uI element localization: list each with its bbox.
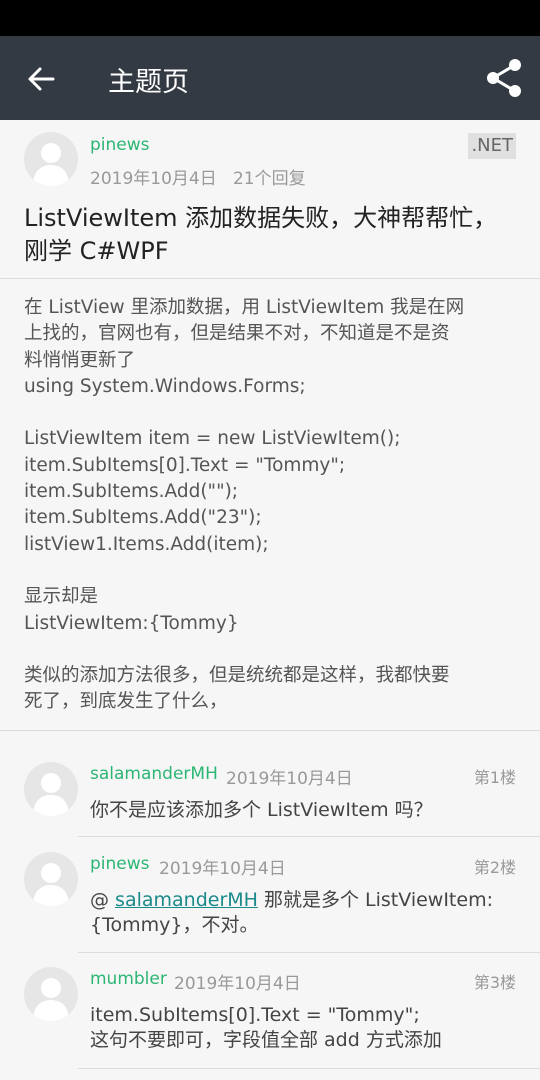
avatar[interactable] [24,967,78,1021]
reply-floor: 第3楼 [473,973,516,992]
app-bar: 主题页 [0,36,540,120]
body-line: 料悄悄更新了 [24,349,136,371]
body-line: listView1.Items.Add(item); [24,533,269,555]
avatar[interactable] [24,852,78,906]
reply-line: 这句不要即可，字段值全部 add 方式添加 [90,1029,442,1051]
mention-link[interactable]: salamanderMH [115,889,258,911]
reply-body: 你不是应该添加多个 ListViewItem 吗？ [90,799,433,821]
reply-divider [78,952,540,953]
reply-count: 21个回复 [232,169,306,189]
status-bar [0,0,540,36]
reply-author[interactable]: pinews [90,854,150,874]
post-body: 在 ListView 里添加数据，用 ListViewItem 我是在网 上找的，… [24,295,516,716]
body-line [24,558,516,584]
reply-divider [78,1068,540,1069]
body-line: 显示却是 [24,586,99,608]
reply-floor: 第2楼 [473,858,516,877]
body-line [24,637,516,663]
divider [0,730,540,731]
body-line: 类似的添加方法很多，但是统统都是这样，我都快要 [24,665,450,687]
body-line: item.SubItems.Add(""); [24,481,239,503]
post-meta: 2019年10月4日 21个回复 [90,164,306,189]
body-line: 死了，到底发生了什么， [24,691,228,713]
default-avatar-icon [33,143,69,186]
reply-divider [78,836,540,837]
reply-date: 2019年10月4日 [226,769,353,789]
default-avatar-icon [33,773,69,816]
post-author[interactable]: pinews [90,135,150,155]
avatar[interactable] [24,762,78,816]
reply-date: 2019年10月4日 [159,859,286,879]
arrow-left-icon[interactable] [26,64,56,94]
body-line: ListViewItem:{Tommy} [24,612,239,634]
category-tag[interactable]: .NET [468,133,516,159]
post-date: 2019年10月4日 [90,169,217,189]
mention-prefix: @ [90,889,116,911]
avatar[interactable] [24,132,78,186]
body-line: item.SubItems[0].Text = "Tommy"; [24,454,346,476]
share-icon[interactable] [482,56,526,100]
reply-date: 2019年10月4日 [174,974,301,994]
body-line: using System.Windows.Forms; [24,375,306,397]
body-line: item.SubItems.Add("23"); [24,507,262,529]
reply-floor: 第1楼 [473,768,516,787]
reply-line: item.SubItems[0].Text = "Tommy"; [90,1004,420,1026]
reply-author[interactable]: mumbler [90,969,167,989]
default-avatar-icon [33,978,69,1021]
default-avatar-icon [33,863,69,906]
body-line: 上找的，官网也有，但是结果不对，不知道是不是资 [24,323,450,345]
divider [0,278,540,279]
body-line: ListViewItem item = new ListViewItem(); [24,428,401,450]
reply-author[interactable]: salamanderMH [90,764,218,784]
post-title: ListViewItem 添加数据失败，大神帮帮忙，刚学 C#WPF [24,204,498,265]
body-line [24,400,516,426]
reply-body: @ salamanderMH 那就是多个 ListViewItem:{Tommy… [90,888,510,938]
page-title: 主题页 [108,67,189,98]
body-line: 在 ListView 里添加数据，用 ListViewItem 我是在网 [24,297,465,318]
reply-body: item.SubItems[0].Text = "Tommy"; 这句不要即可，… [90,1003,510,1053]
